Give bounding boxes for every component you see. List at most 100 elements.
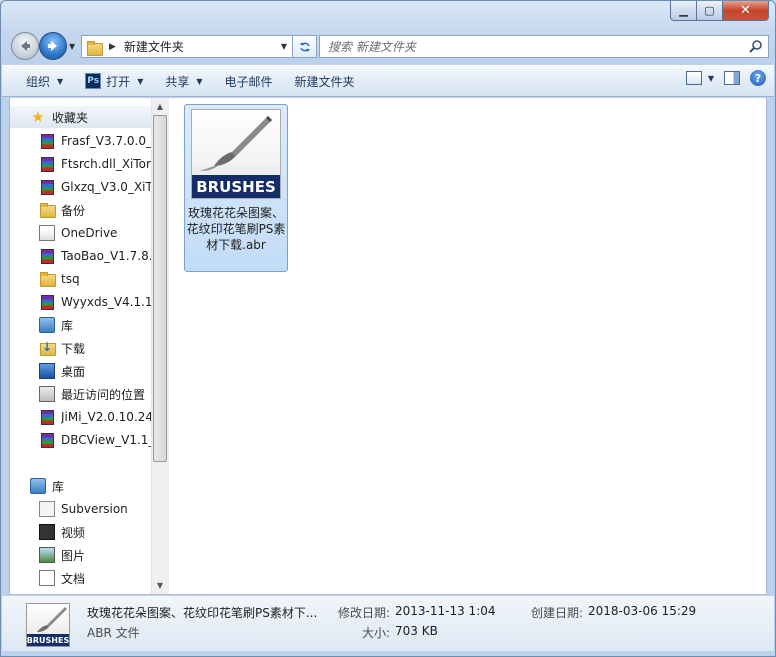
maximize-button[interactable]: ▢	[697, 1, 723, 21]
close-button[interactable]: ✕	[723, 1, 769, 21]
nav-item-favorite[interactable]: DBCView_V1.1_	[10, 429, 151, 451]
new-folder-label: 新建文件夹	[294, 74, 355, 89]
refresh-icon	[299, 41, 310, 52]
nav-item-favorite[interactable]: JiMi_V2.0.10.24_	[10, 406, 151, 428]
navigation-pane[interactable]: ★ 收藏夹 Frasf_V3.7.0.0_X Ftsrch.dll_XiTon …	[10, 98, 151, 594]
address-bar[interactable]: ▶ 新建文件夹 ▼	[81, 35, 293, 58]
navigation-bar: ▼ ▶ 新建文件夹 ▼	[9, 31, 769, 61]
view-options-dropdown[interactable]: ▼	[708, 74, 714, 83]
winrar-icon	[41, 432, 54, 448]
toolbar-right-group: ▼ ?	[685, 70, 766, 86]
file-item[interactable]: BRUSHES 玫瑰花花朵图案、花纹印花笔刷PS素材下载.abr	[184, 104, 288, 272]
nav-item-favorite[interactable]: Glxzq_V3.0_XiTo	[10, 176, 151, 198]
back-button[interactable]	[11, 32, 39, 60]
breadcrumb-chevron-icon[interactable]: ▶	[109, 42, 116, 52]
file-list-area[interactable]: BRUSHES 玫瑰花花朵图案、花纹印花笔刷PS素材下载.abr	[172, 98, 766, 594]
nav-item-favorite[interactable]: OneDrive	[10, 222, 151, 244]
modified-date-value: 2013-11-13 1:04	[395, 604, 496, 618]
nav-item-favorite[interactable]: Ftsrch.dll_XiTon	[10, 153, 151, 175]
nav-item-favorite[interactable]: TaoBao_V1.7.8.	[10, 245, 151, 267]
details-file-name: 玫瑰花花朵图案、花纹印花笔刷PS素材下...	[87, 606, 318, 620]
star-icon: ★	[31, 108, 45, 126]
paintbrush-icon	[37, 607, 67, 632]
modified-date-label: 修改日期:	[338, 606, 391, 620]
created-date-label: 创建日期:	[531, 606, 584, 620]
thumbnail-label: BRUSHES	[192, 175, 280, 198]
documents-icon	[39, 570, 55, 586]
nav-item-favorite[interactable]: 桌面	[10, 360, 151, 382]
scroll-down-icon[interactable]: ▼	[152, 577, 168, 594]
winrar-icon	[41, 248, 54, 264]
nav-item-favorite[interactable]: 备份	[10, 199, 151, 221]
search-input[interactable]	[328, 39, 728, 54]
minimize-button[interactable]: ▁	[670, 1, 697, 21]
brush-file-thumbnail: BRUSHES	[191, 109, 281, 199]
winrar-icon	[41, 156, 54, 172]
chevron-down-icon: ▼	[57, 76, 64, 86]
downloads-icon	[39, 340, 56, 356]
favorites-header[interactable]: ★ 收藏夹	[10, 106, 151, 128]
open-menu[interactable]: Ps 打开 ▼	[77, 69, 151, 93]
details-pane: BRUSHES 玫瑰花花朵图案、花纹印花笔刷PS素材下... ABR 文件 修改…	[2, 595, 774, 651]
desktop-icon	[39, 363, 55, 379]
nav-item-favorite[interactable]: Wyyxds_V4.1.1.	[10, 291, 151, 313]
content-area: ★ 收藏夹 Frasf_V3.7.0.0_X Ftsrch.dll_XiTon …	[9, 98, 767, 595]
nav-item-favorite[interactable]: tsq	[10, 268, 151, 290]
nav-item-library[interactable]: 文档	[10, 567, 151, 589]
search-box[interactable]	[319, 35, 769, 58]
preview-pane-icon[interactable]	[724, 71, 740, 85]
size-value: 703 KB	[395, 624, 438, 638]
forward-button[interactable]	[39, 32, 67, 60]
command-bar: 组织 ▼ Ps 打开 ▼ 共享 ▼ 电子邮件 新建文件夹 ▼ ?	[2, 65, 774, 97]
nav-item-favorite[interactable]: 库	[10, 314, 151, 336]
scroll-up-icon[interactable]: ▲	[152, 98, 168, 115]
open-label: 打开	[106, 74, 131, 89]
arrow-left-icon	[21, 41, 30, 51]
organize-menu[interactable]: 组织 ▼	[18, 69, 71, 93]
recent-pages-dropdown[interactable]: ▼	[69, 42, 75, 51]
share-menu[interactable]: 共享 ▼	[157, 69, 210, 93]
winrar-icon	[41, 409, 54, 425]
email-label: 电子邮件	[224, 74, 273, 89]
file-name: 玫瑰花花朵图案、花纹印花笔刷PS素材下载.abr	[186, 206, 286, 252]
details-file-type: ABR 文件	[87, 626, 140, 640]
winrar-icon	[41, 133, 54, 149]
chevron-down-icon: ▼	[137, 76, 144, 86]
nav-item-library[interactable]: 视频	[10, 521, 151, 543]
navpane-scrollbar[interactable]: ▲ ▼	[151, 98, 168, 594]
libraries-header[interactable]: 库	[10, 475, 151, 497]
scrollbar-thumb[interactable]	[153, 115, 167, 462]
folder-icon	[86, 40, 103, 56]
folder-icon	[39, 271, 56, 287]
nav-item-favorite[interactable]: 下载	[10, 337, 151, 359]
library-icon	[39, 317, 55, 333]
help-icon[interactable]: ?	[750, 70, 766, 86]
created-date-value: 2018-03-06 15:29	[588, 604, 697, 618]
share-label: 共享	[165, 74, 190, 89]
library-icon	[30, 478, 46, 494]
change-view-icon[interactable]	[685, 71, 702, 85]
new-folder-button[interactable]: 新建文件夹	[287, 69, 363, 93]
chevron-down-icon: ▼	[196, 76, 203, 86]
breadcrumb-current-folder[interactable]: 新建文件夹	[124, 38, 184, 55]
photoshop-icon: Ps	[85, 73, 102, 89]
videos-icon	[39, 524, 55, 540]
refresh-button[interactable]	[293, 35, 317, 58]
pictures-icon	[39, 547, 55, 563]
paintbrush-icon	[200, 116, 272, 171]
email-button[interactable]: 电子邮件	[217, 69, 281, 93]
nav-item-library[interactable]: 图片	[10, 544, 151, 566]
recent-places-icon	[39, 386, 55, 402]
caption-buttons: ▁ ▢ ✕	[670, 1, 769, 21]
winrar-icon	[41, 294, 54, 310]
nav-item-library[interactable]: Subversion	[10, 498, 151, 520]
folder-icon	[39, 202, 56, 218]
nav-item-favorite[interactable]: 最近访问的位置	[10, 383, 151, 405]
address-history-dropdown[interactable]: ▼	[281, 42, 287, 51]
search-icon[interactable]	[748, 39, 763, 54]
winrar-icon	[41, 179, 54, 195]
organize-label: 组织	[26, 74, 51, 89]
arrow-right-icon	[48, 41, 57, 51]
nav-item-favorite[interactable]: Frasf_V3.7.0.0_X	[10, 130, 151, 152]
size-label: 大小:	[362, 626, 391, 640]
